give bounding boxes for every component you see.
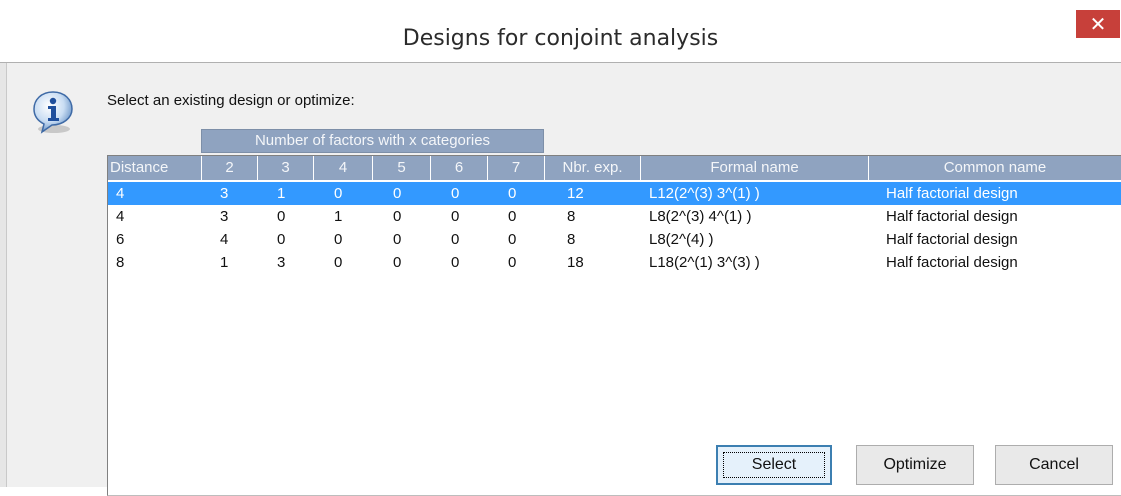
optimize-button[interactable]: Optimize — [856, 445, 974, 485]
cell-formal-name: L18(2^(1) 3^(3) ) — [649, 254, 760, 271]
cell-factor-3: 0 — [277, 208, 286, 225]
cell-factor-4: 0 — [334, 185, 343, 202]
cell-factor-2: 3 — [220, 208, 229, 225]
cell-factor-4: 0 — [334, 254, 343, 271]
cell-factor-4: 0 — [334, 231, 343, 248]
cell-factor-6: 0 — [451, 254, 460, 271]
cell-distance: 6 — [116, 231, 125, 248]
cell-nbr-exp: 8 — [567, 208, 576, 225]
cell-factor-2: 4 — [220, 231, 229, 248]
column-header-common-name[interactable]: Common name — [869, 156, 1121, 180]
table-row[interactable]: 6 4 0 0 0 0 0 8 L8(2^(4) ) Half factoria… — [108, 228, 1121, 251]
dialog-body: Select an existing design or optimize: N… — [0, 62, 1121, 496]
column-header-formal-name[interactable]: Formal name — [641, 156, 869, 180]
cell-distance: 4 — [116, 185, 125, 202]
cell-common-name: Half factorial design — [886, 185, 1018, 202]
factors-group-header: Number of factors with x categories — [201, 129, 544, 153]
cell-formal-name: L8(2^(3) 4^(1) ) — [649, 208, 752, 225]
cell-distance: 4 — [116, 208, 125, 225]
cell-factor-6: 0 — [451, 185, 460, 202]
cell-factor-2: 3 — [220, 185, 229, 202]
column-header-7[interactable]: 7 — [488, 156, 545, 180]
cell-factor-2: 1 — [220, 254, 229, 271]
cell-nbr-exp: 8 — [567, 231, 576, 248]
column-header-3[interactable]: 3 — [258, 156, 314, 180]
instruction-label: Select an existing design or optimize: — [107, 92, 355, 109]
title-bar[interactable]: Designs for conjoint analysis ✕ — [0, 0, 1121, 62]
table-row[interactable]: 8 1 3 0 0 0 0 18 L18(2^(1) 3^(3) ) Half … — [108, 251, 1121, 274]
column-header-2[interactable]: 2 — [202, 156, 258, 180]
select-button[interactable]: Select — [716, 445, 832, 485]
cancel-button[interactable]: Cancel — [995, 445, 1113, 485]
cell-common-name: Half factorial design — [886, 231, 1018, 248]
cell-factor-3: 0 — [277, 231, 286, 248]
cell-factor-6: 0 — [451, 208, 460, 225]
cell-factor-3: 1 — [277, 185, 286, 202]
cancel-button-label: Cancel — [1029, 456, 1079, 473]
table-row[interactable]: 4 3 0 1 0 0 0 8 L8(2^(3) 4^(1) ) Half fa… — [108, 205, 1121, 228]
cell-nbr-exp: 18 — [567, 254, 584, 271]
cell-formal-name: L12(2^(3) 3^(1) ) — [649, 185, 760, 202]
focus-rectangle — [723, 452, 825, 478]
cell-common-name: Half factorial design — [886, 254, 1018, 271]
optimize-button-label: Optimize — [883, 456, 947, 473]
cell-factor-3: 3 — [277, 254, 286, 271]
cell-factor-6: 0 — [451, 231, 460, 248]
column-header-5[interactable]: 5 — [373, 156, 431, 180]
cell-factor-5: 0 — [393, 231, 402, 248]
cell-factor-7: 0 — [508, 208, 517, 225]
cell-formal-name: L8(2^(4) ) — [649, 231, 714, 248]
column-header-nbr-exp[interactable]: Nbr. exp. — [545, 156, 641, 180]
cell-distance: 8 — [116, 254, 125, 271]
close-button[interactable]: ✕ — [1076, 10, 1120, 38]
window-edge — [0, 63, 7, 487]
cell-factor-5: 0 — [393, 208, 402, 225]
cell-factor-5: 0 — [393, 185, 402, 202]
column-header-distance[interactable]: Distance — [108, 156, 202, 180]
column-header-4[interactable]: 4 — [314, 156, 373, 180]
column-header-6[interactable]: 6 — [431, 156, 488, 180]
cell-factor-4: 1 — [334, 208, 343, 225]
cell-factor-7: 0 — [508, 231, 517, 248]
cell-factor-7: 0 — [508, 185, 517, 202]
table-row[interactable]: 4 3 1 0 0 0 0 12 L12(2^(3) 3^(1) ) Half … — [108, 182, 1121, 205]
close-icon: ✕ — [1089, 12, 1107, 36]
cell-common-name: Half factorial design — [886, 208, 1018, 225]
cell-factor-5: 0 — [393, 254, 402, 271]
cell-nbr-exp: 12 — [567, 185, 584, 202]
window-title: Designs for conjoint analysis — [402, 26, 719, 51]
cell-factor-7: 0 — [508, 254, 517, 271]
info-icon — [30, 89, 76, 135]
